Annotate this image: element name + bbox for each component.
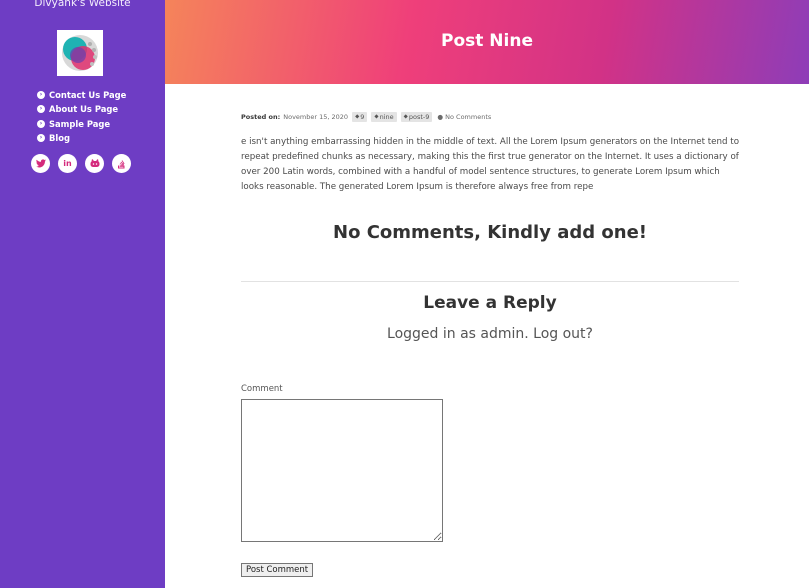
nav-item-label: Contact Us Page bbox=[49, 90, 127, 101]
tag-icon: ⬥ bbox=[355, 113, 360, 120]
twitter-icon[interactable] bbox=[31, 154, 50, 173]
comment-label: Comment bbox=[241, 384, 283, 394]
posted-on-label: Posted on: bbox=[241, 113, 281, 121]
sidebar-nav: › Contact Us Page › About Us Page › Sample … bbox=[37, 88, 126, 145]
circle-chevron-right-icon: › bbox=[37, 91, 45, 100]
divider bbox=[241, 281, 739, 282]
circle-chevron-right-icon: › bbox=[37, 105, 45, 114]
tag-9[interactable]: ⬥ 9 bbox=[352, 112, 368, 122]
tag-label: 9 bbox=[360, 113, 365, 121]
comment-textarea[interactable] bbox=[241, 399, 443, 542]
site-title[interactable]: Divyank's Website bbox=[0, 0, 165, 9]
comment-count-label: No Comments bbox=[445, 113, 492, 121]
social-links: in bbox=[31, 154, 131, 173]
no-comments-heading: No Comments, Kindly add one! bbox=[333, 222, 647, 243]
post-header: Post Nine bbox=[165, 0, 809, 84]
stack-overflow-icon[interactable] bbox=[112, 154, 131, 173]
tag-nine[interactable]: ⬥ nine bbox=[371, 112, 397, 122]
post-body: e isn't anything embarrassing hidden in … bbox=[241, 137, 740, 192]
circle-chevron-right-icon: › bbox=[37, 119, 45, 128]
nav-item-sample-page[interactable]: › Sample Page bbox=[37, 117, 126, 131]
tag-icon: ⬥ bbox=[374, 113, 379, 120]
post-title: Post Nine bbox=[441, 31, 533, 51]
nav-item-about-us[interactable]: › About Us Page bbox=[37, 102, 126, 116]
tag-icon: ⬥ bbox=[403, 113, 408, 120]
nav-item-blog[interactable]: › Blog bbox=[37, 131, 126, 145]
github-icon[interactable] bbox=[85, 154, 104, 173]
tag-label: nine bbox=[379, 113, 394, 121]
post-comment-button[interactable]: Post Comment bbox=[241, 563, 314, 577]
comment-count[interactable]: ● No Comments bbox=[437, 113, 491, 121]
post-meta: Posted on: November 15, 2020 ⬥ 9 ⬥ nine ⬥ p… bbox=[241, 112, 491, 122]
nav-item-label: Blog bbox=[49, 133, 71, 144]
post-date[interactable]: November 15, 2020 bbox=[283, 113, 348, 121]
leave-reply-heading: Leave a Reply bbox=[423, 293, 557, 313]
tag-label: post-9 bbox=[408, 113, 430, 121]
sidebar: Divyank's Website › Contact Us Page › Abou… bbox=[0, 0, 165, 588]
nav-item-label: Sample Page bbox=[49, 118, 111, 129]
site-logo[interactable] bbox=[57, 30, 103, 76]
nav-item-label: About Us Page bbox=[49, 104, 119, 115]
logged-in-text[interactable]: Logged in as admin. Log out? bbox=[165, 326, 809, 342]
nav-item-contact-us[interactable]: › Contact Us Page bbox=[37, 88, 126, 102]
tag-post-9[interactable]: ⬥ post-9 bbox=[400, 112, 433, 122]
comment-bubble-icon: ● bbox=[437, 113, 446, 121]
linkedin-icon[interactable]: in bbox=[58, 154, 77, 173]
circle-chevron-right-icon: › bbox=[37, 134, 45, 143]
